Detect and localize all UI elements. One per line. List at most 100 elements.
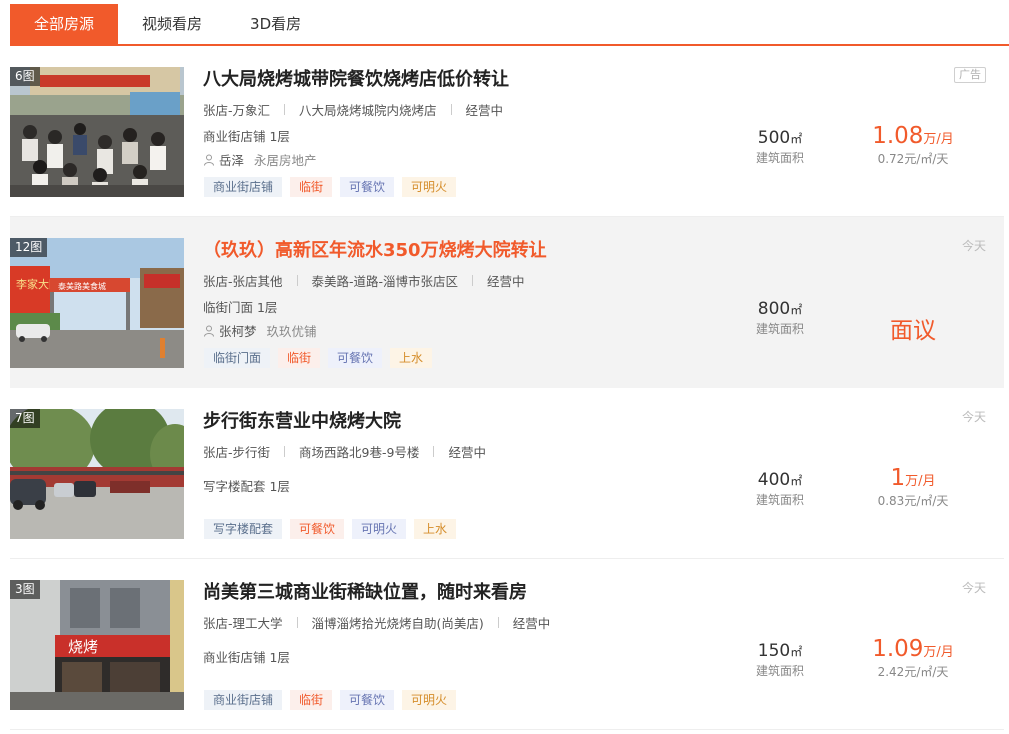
listing-item[interactable]: 6图 八大局烧烤城带院餐饮烧烤店低价转让 张店-万象汇 八大局烧烤城院内烧烤店 … (10, 46, 1004, 217)
listing-location: 张店-张店其他 泰美路-道路-淄博市张店区 经营中 (203, 271, 525, 290)
listing-agent: 张柯梦 玖玖优铺 (203, 321, 317, 340)
listing-status: 经营中 (512, 616, 551, 631)
tag: 商业街店铺 (204, 690, 283, 710)
tag: 可明火 (402, 690, 457, 710)
listing-title[interactable]: 尚美第三城商业街稀缺位置，随时来看房 (203, 578, 527, 604)
listing-location: 张店-步行街 商场西路北9巷-9号楼 经营中 (203, 442, 486, 461)
listing-tags: 商业街店铺 临街 可餐饮 可明火 (204, 177, 457, 197)
tag: 临街 (290, 690, 333, 710)
price-value: 1.09 (872, 636, 924, 662)
listing-district[interactable]: 张店-理工大学 (203, 613, 283, 632)
area-value: 500 (757, 128, 791, 148)
listing-tags: 临街门面 临街 可餐饮 上水 (204, 348, 433, 368)
listing-location: 张店-万象汇 八大局烧烤城院内烧烤店 经营中 (203, 100, 503, 119)
sign-text: 烧烤 (68, 638, 98, 656)
tab-3d-viewing[interactable]: 3D看房 (226, 4, 325, 44)
listing-tabs: 全部房源 视频看房 3D看房 (10, 4, 1009, 46)
listing-item[interactable]: 李家大院 泰美路美食城 12图 （玖玖）高新区年流水350万烧烤大院转让 张店-… (10, 217, 1004, 388)
divider (433, 446, 435, 457)
ad-badge: 广告 (954, 67, 986, 83)
listing-address: 商场西路北9巷-9号楼 (299, 445, 420, 460)
tag: 写字楼配套 (204, 519, 283, 539)
listing-area: 400㎡ 建筑面积 (740, 470, 820, 508)
photo-storefront: 烧烤 (10, 580, 184, 710)
listing-area: 500㎡ 建筑面积 (740, 128, 820, 166)
listing-district[interactable]: 张店-步行街 (203, 442, 270, 461)
listing-status: 经营中 (448, 445, 486, 460)
listing-date: 今天 (961, 410, 986, 424)
photo-crowd-courtyard (10, 67, 184, 197)
tag: 可明火 (402, 177, 457, 197)
listing-title[interactable]: （玖玖）高新区年流水350万烧烤大院转让 (203, 236, 547, 262)
area-unit: ㎡ (790, 474, 803, 488)
tag: 可餐饮 (328, 348, 383, 368)
user-icon (204, 325, 214, 337)
price-value: 1 (890, 465, 906, 491)
listing-type-floor: 写字楼配套 1层 (203, 479, 290, 494)
listing-address: 泰美路-道路-淄博市张店区 (311, 274, 459, 289)
listing-price: 1.09万/月 2.42元/㎡/天 (848, 636, 978, 680)
area-label: 建筑面积 (755, 664, 804, 678)
price-unit: 万/月 (905, 474, 936, 489)
listing-item[interactable]: 7图 步行街东营业中烧烤大院 张店-步行街 商场西路北9巷-9号楼 经营中 写字… (10, 388, 1004, 559)
price-daily: 0.72元/㎡/天 (877, 152, 949, 166)
listing-date: 今天 (961, 239, 986, 253)
listing-type-floor: 临街门面 1层 (203, 300, 278, 315)
photo-count-badge: 3图 (10, 580, 40, 599)
listing-status: 经营中 (465, 103, 504, 118)
tag: 可餐饮 (340, 177, 395, 197)
agent-name[interactable]: 岳泽 (219, 150, 244, 169)
listing-district[interactable]: 张店-万象汇 (203, 100, 270, 119)
area-value: 400 (757, 470, 791, 490)
listing-price: 1万/月 0.83元/㎡/天 (848, 465, 978, 509)
listing-tags: 商业街店铺 临街 可餐饮 可明火 (204, 690, 457, 710)
tag: 临街 (278, 348, 321, 368)
tag: 可明火 (352, 519, 407, 539)
tag: 上水 (414, 519, 457, 539)
listing-date: 今天 (961, 581, 986, 595)
listing-title[interactable]: 步行街东营业中烧烤大院 (203, 407, 401, 433)
listing-district[interactable]: 张店-张店其他 (203, 271, 283, 290)
listing-type-floor: 商业街店铺 1层 (203, 129, 290, 144)
area-label: 建筑面积 (755, 493, 804, 507)
price-daily: 2.42元/㎡/天 (877, 665, 949, 679)
tag: 临街门面 (204, 348, 271, 368)
price-daily: 0.83元/㎡/天 (877, 494, 949, 508)
photo-count-badge: 6图 (10, 67, 40, 86)
area-unit: ㎡ (790, 132, 803, 146)
agent-name[interactable]: 张柯梦 (219, 321, 257, 340)
area-label: 建筑面积 (755, 151, 804, 165)
agent-company: 永居房地产 (254, 153, 317, 168)
divider (450, 104, 452, 115)
divider (284, 446, 286, 457)
listing-photo[interactable]: 6图 (10, 67, 184, 197)
tag: 临街 (290, 177, 333, 197)
listing-photo[interactable]: 7图 (10, 409, 184, 539)
listing-area: 150㎡ 建筑面积 (740, 641, 820, 679)
divider (284, 104, 286, 115)
area-unit: ㎡ (790, 645, 803, 659)
listing-item[interactable]: 烧烤 3图 尚美第三城商业街稀缺位置，随时来看房 张店-理工大学 淄博淄烤拾光烧… (10, 559, 1004, 730)
area-unit: ㎡ (790, 303, 803, 317)
tab-video-viewing[interactable]: 视频看房 (118, 4, 226, 44)
listing-title[interactable]: 八大局烧烤城带院餐饮烧烤店低价转让 (203, 65, 509, 91)
price-unit: 万/月 (923, 132, 954, 147)
listing-area: 800㎡ 建筑面积 (740, 299, 820, 337)
listing-address: 八大局烧烤城院内烧烤店 (299, 103, 437, 118)
tag: 商业街店铺 (204, 177, 283, 197)
listing-photo[interactable]: 烧烤 3图 (10, 580, 184, 710)
area-label: 建筑面积 (755, 322, 804, 336)
user-icon (204, 154, 214, 166)
photo-parking-lot (10, 409, 184, 539)
listing-photo[interactable]: 李家大院 泰美路美食城 12图 (10, 238, 184, 368)
price-negotiable: 面议 (890, 318, 936, 344)
tab-all-listings[interactable]: 全部房源 (10, 4, 119, 44)
divider (472, 275, 474, 286)
price-value: 1.08 (872, 123, 924, 149)
area-value: 150 (757, 641, 791, 661)
listing-tags: 写字楼配套 可餐饮 可明火 上水 (204, 519, 457, 539)
listing-location: 张店-理工大学 淄博淄烤拾光烧烤自助(尚美店) 经营中 (203, 613, 550, 632)
area-value: 800 (757, 299, 791, 319)
tag: 可餐饮 (290, 519, 345, 539)
price-unit: 万/月 (923, 645, 954, 660)
